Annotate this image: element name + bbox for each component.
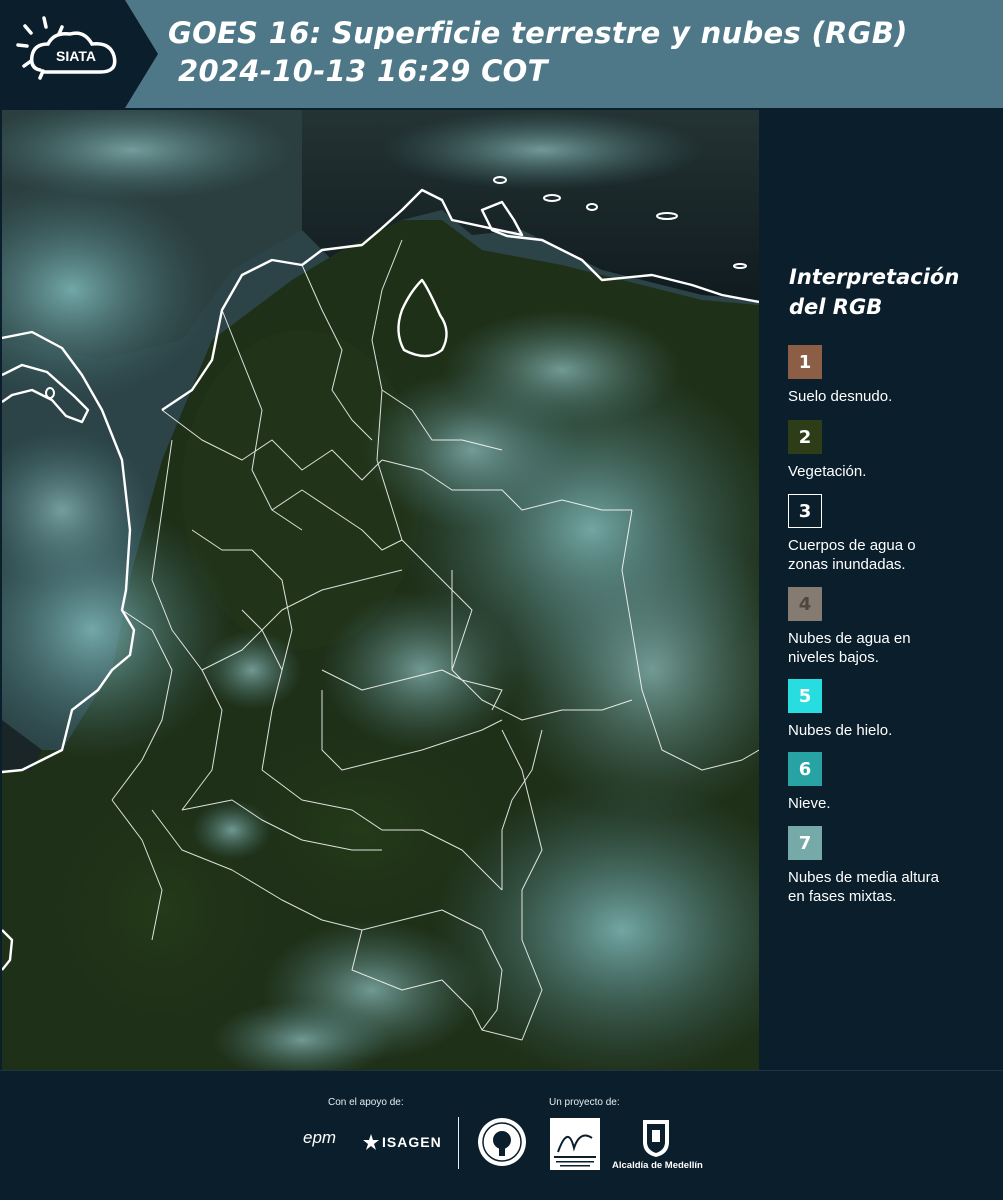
isagen-logo: ISAGEN — [382, 1134, 442, 1150]
isagen-star-icon — [363, 1134, 379, 1150]
legend-title: Interpretación del RGB — [789, 265, 960, 319]
medellin-caption: Alcaldía de Medellín — [612, 1160, 703, 1171]
project-caption: Un proyecto de: — [549, 1097, 620, 1108]
legend-item-low-water-clouds: 4 Nubes de agua en niveles bajos. — [788, 587, 993, 667]
legend-swatch-5: 5 — [788, 679, 822, 713]
legend-item-snow: 6 Nieve. — [788, 752, 993, 813]
legend-item-bare-soil: 1 Suelo desnudo. — [788, 345, 993, 406]
legend-item-mid-level-clouds: 7 Nubes de media altura en fases mixtas. — [788, 826, 993, 906]
page-timestamp: 2024-10-13 16:29 COT — [178, 54, 548, 88]
satellite-map — [2, 110, 759, 1070]
header-bar: SIATA GOES 16: Superficie terrestre y nu… — [0, 0, 1003, 108]
legend-item-water-bodies: 3 Cuerpos de agua o zonas inundadas. — [788, 494, 993, 574]
epm-logo: epm — [303, 1128, 337, 1147]
legend-item-vegetation: 2 Vegetación. — [788, 420, 993, 481]
legend-swatch-3: 3 — [788, 494, 822, 528]
support-caption: Con el apoyo de: — [328, 1097, 404, 1108]
medellin-shield-icon — [643, 1120, 669, 1157]
siata-sun-cloud-icon: SIATA — [0, 0, 158, 108]
area-metropolitana-logo-icon — [550, 1118, 600, 1170]
legend-label: Nieve. — [788, 795, 831, 812]
legend-label: Nubes de hielo. — [788, 722, 893, 739]
legend-label: Nubes de media altura en fases mixtas. — [788, 869, 939, 905]
legend-label: Nubes de agua en niveles bajos. — [788, 630, 911, 666]
footer-divider — [0, 1070, 1003, 1071]
legend-swatch-2: 2 — [788, 420, 822, 454]
siata-logo: SIATA — [0, 0, 160, 108]
legend-item-ice-clouds: 5 Nubes de hielo. — [788, 679, 993, 740]
legend-swatch-1: 1 — [788, 345, 822, 379]
legend-label: Vegetación. — [788, 463, 867, 480]
legend-label: Cuerpos de agua o zonas inundadas. — [788, 537, 916, 573]
page-title: GOES 16: Superficie terrestre y nubes (R… — [168, 16, 908, 50]
legend-label: Suelo desnudo. — [788, 388, 893, 405]
legend-swatch-7: 7 — [788, 826, 822, 860]
legend-swatch-6: 6 — [788, 752, 822, 786]
legend-swatch-4: 4 — [788, 587, 822, 621]
vigilancia-seal-icon — [478, 1118, 526, 1166]
footer-vertical-divider — [458, 1117, 459, 1169]
svg-text:SIATA: SIATA — [56, 48, 96, 64]
